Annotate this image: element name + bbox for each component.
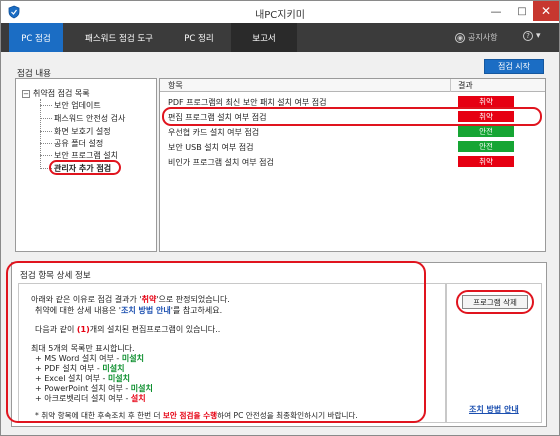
tree-connector [40, 105, 52, 106]
notice-link[interactable]: ◉ 공지사항 [455, 32, 497, 43]
tab-report[interactable]: 보고서 [231, 23, 297, 52]
tree-connector [40, 118, 52, 119]
column-header-result: 결과 [458, 81, 473, 90]
tree-root[interactable]: − 취약점 점검 목록 [22, 88, 90, 99]
chevron-down-icon: ▾ [536, 31, 541, 41]
tree-item-password-check[interactable]: 패스워드 안전성 검사 [54, 113, 125, 124]
tree-connector [40, 99, 41, 169]
table-row[interactable]: PDF 프로그램의 최신 보안 패치 설치 여부 점검 취약 [160, 94, 545, 109]
count-text: (1) [76, 325, 90, 334]
detail-line: 다음과 같이 (1)개의 설치된 편집프로그램이 있습니다.. [35, 325, 221, 334]
tree-connector [40, 155, 52, 156]
status-badge: 취약 [458, 111, 514, 122]
tree-item-security-program[interactable]: 보안 프로그램 설치 [54, 150, 118, 161]
tree-connector [40, 131, 52, 132]
table-row[interactable]: 보안 USB 설치 여부 점검 안전 [160, 139, 545, 154]
maximize-button[interactable]: □ [509, 1, 535, 21]
check-list-tree: − 취약점 점검 목록 보안 업데이트 패스워드 안전성 검사 화면 보호기 설… [15, 78, 157, 252]
bell-icon: ◉ [455, 32, 465, 43]
status-badge: 취약 [458, 96, 514, 107]
detail-line: 취약에 대한 상세 내용은 '조치 방법 안내'를 참고하세요. [35, 306, 223, 315]
row-label: PDF 프로그램의 최신 보안 패치 설치 여부 점검 [168, 98, 327, 107]
status-badge: 안전 [458, 141, 514, 152]
vulnerable-text: 취약 [141, 295, 157, 304]
tree-connector [40, 168, 52, 169]
action-guide-link[interactable]: 조치 방법 안내 [469, 404, 519, 415]
close-button[interactable]: ✕ [533, 1, 559, 21]
main-tab-bar: PC 점검 패스워드 점검 도구 PC 정리 보고서 ◉ 공지사항 ? ▾ [1, 23, 559, 52]
detail-text-area: 아래와 같은 이유로 점검 결과가 '취약'으로 판정되었습니다. 취약에 대한… [18, 283, 446, 423]
tree-item-screensaver[interactable]: 화면 보호기 설정 [54, 126, 111, 137]
tree-root-label: 취약점 점검 목록 [33, 89, 90, 98]
minimize-button[interactable]: — [483, 1, 509, 21]
tab-pc-check[interactable]: PC 점검 [9, 23, 63, 52]
detail-title: 점검 항목 상세 정보 [20, 271, 91, 281]
status-badge: 안전 [458, 126, 514, 137]
table-header: 항목 결과 [160, 79, 545, 92]
row-label: 비인가 프로그램 설치 여부 점검 [168, 158, 274, 167]
row-label: 편집 프로그램 설치 여부 점검 [168, 113, 267, 122]
app-window: 내PC지키미 — □ ✕ PC 점검 패스워드 점검 도구 PC 정리 보고서 … [0, 0, 560, 436]
detail-line: 아래와 같은 이유로 점검 결과가 '취약'으로 판정되었습니다. [31, 295, 230, 304]
title-bar: 내PC지키미 — □ ✕ [1, 1, 559, 23]
column-divider [450, 79, 451, 92]
tree-connector [40, 143, 52, 144]
status-badge: 취약 [458, 156, 514, 167]
list-item: + 아크로벳리더 설치 여부 - 설치 [35, 394, 146, 403]
delete-program-button[interactable]: 프로그램 삭제 [462, 295, 528, 309]
results-table: 항목 결과 PDF 프로그램의 최신 보안 패치 설치 여부 점검 취약 편집 … [159, 78, 546, 252]
table-row[interactable]: 비인가 프로그램 설치 여부 점검 취약 [160, 154, 545, 169]
detail-action-area: 프로그램 삭제 조치 방법 안내 [446, 283, 542, 423]
tab-pc-cleanup[interactable]: PC 정리 [171, 23, 227, 52]
column-header-item: 항목 [168, 81, 183, 90]
detail-footer: * 취약 항목에 대한 후속조치 후 한번 더 보안 점검을 수행하여 PC 안… [35, 411, 358, 420]
notice-label: 공지사항 [468, 33, 498, 42]
tree-item-admin-check[interactable]: 관리자 추가 점검 [54, 163, 111, 174]
table-row[interactable]: 편집 프로그램 설치 여부 점검 취약 [160, 109, 545, 124]
help-menu[interactable]: ? ▾ [523, 31, 541, 41]
detail-panel: 점검 항목 상세 정보 아래와 같은 이유로 점검 결과가 '취약'으로 판정되… [6, 261, 547, 427]
guide-text: 조치 방법 안내 [120, 306, 171, 315]
collapse-icon[interactable]: − [22, 89, 30, 98]
action-text: 보안 점검을 수행 [162, 411, 218, 420]
row-label: 보안 USB 설치 여부 점검 [168, 143, 254, 152]
tab-password-tool[interactable]: 패스워드 점검 도구 [67, 23, 171, 52]
window-title: 내PC지키미 [255, 10, 305, 21]
tree-item-shared-folder[interactable]: 공유 폴더 설정 [54, 138, 103, 149]
help-icon: ? [523, 31, 533, 41]
start-check-button[interactable]: 점검 시작 [484, 59, 544, 74]
row-label: 우선협 카드 설치 여부 점검 [168, 128, 260, 137]
tree-item-security-update[interactable]: 보안 업데이트 [54, 100, 101, 111]
table-row[interactable]: 우선협 카드 설치 여부 점검 안전 [160, 124, 545, 139]
